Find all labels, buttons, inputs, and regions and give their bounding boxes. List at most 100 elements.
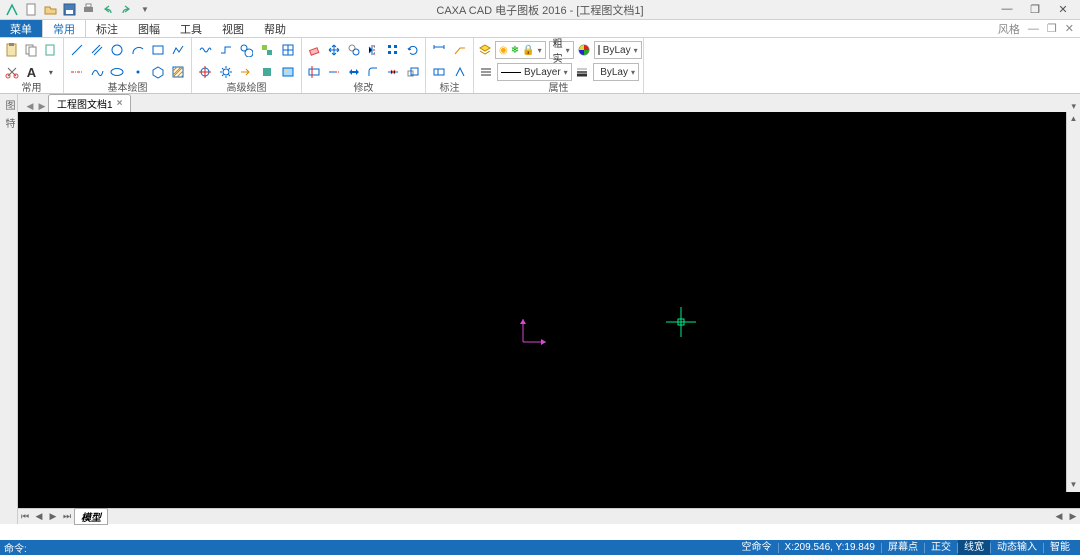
hatch-icon[interactable] (170, 63, 187, 81)
style-label[interactable]: 风格 (998, 21, 1020, 37)
move-icon[interactable] (326, 41, 343, 59)
offset-icon[interactable] (217, 41, 235, 59)
linetype-dropdown[interactable]: 粗实▾ (549, 41, 574, 59)
hole-icon[interactable] (196, 63, 214, 81)
sheet-first-icon[interactable]: ⏮ (18, 511, 32, 522)
local-enlarge-icon[interactable] (238, 41, 256, 59)
copy-icon[interactable] (23, 41, 39, 59)
image-icon[interactable] (279, 63, 297, 81)
sheet-prev-icon[interactable]: ◀ (32, 511, 46, 522)
app-icon (4, 2, 20, 18)
layer-state-dropdown[interactable]: ◉❄🔒 ▾ (495, 41, 546, 59)
save-icon[interactable] (61, 2, 77, 18)
rail-item-2[interactable]: 特 (1, 116, 16, 130)
rotate-icon[interactable] (404, 41, 421, 59)
status-smart[interactable]: 智能 (1044, 540, 1076, 555)
text-icon[interactable]: A (23, 63, 39, 81)
gear-icon[interactable] (217, 63, 235, 81)
layer-icon[interactable] (478, 41, 492, 59)
tab-common[interactable]: 常用 (42, 20, 86, 37)
doc-restore-button[interactable]: ❐ (1047, 22, 1057, 35)
linestyle-dropdown[interactable]: ByLay▾ (593, 63, 639, 81)
status-screenpoint[interactable]: 屏幕点 (882, 540, 924, 555)
close-button[interactable]: ✕ (1054, 3, 1072, 16)
color-dropdown[interactable]: ByLay▾ (594, 41, 642, 59)
model-tab[interactable]: 模型 (74, 508, 108, 525)
document-tab[interactable]: 工程图文档1 × (48, 94, 131, 112)
arrow-shape-icon[interactable] (238, 63, 256, 81)
tab-next-icon[interactable]: ▶ (36, 101, 48, 112)
table-icon[interactable] (279, 41, 297, 59)
doc-close-button[interactable]: ✕ (1065, 22, 1074, 35)
wave-icon[interactable] (196, 41, 214, 59)
tab-annotate[interactable]: 标注 (86, 20, 128, 37)
point-icon[interactable] (129, 63, 146, 81)
tabs-overflow-icon[interactable]: ▾ (1071, 101, 1080, 112)
color-wheel-icon[interactable] (577, 41, 591, 59)
break-icon[interactable] (385, 63, 402, 81)
parallel-icon[interactable] (88, 41, 105, 59)
ellipse-icon[interactable] (109, 63, 126, 81)
status-ortho[interactable]: 正交 (925, 540, 957, 555)
arc-icon[interactable] (129, 41, 146, 59)
fillet-icon[interactable] (365, 63, 382, 81)
polygon-icon[interactable] (149, 63, 166, 81)
status-linewidth[interactable]: 线宽 (958, 540, 990, 555)
circle-icon[interactable] (109, 41, 126, 59)
scroll-right-icon[interactable]: ▶ (1066, 511, 1080, 522)
maximize-button[interactable]: ❐ (1026, 3, 1044, 16)
tab-help[interactable]: 帮助 (254, 20, 296, 37)
array-icon[interactable] (385, 41, 402, 59)
tab-view[interactable]: 视图 (212, 20, 254, 37)
copy-icon[interactable] (345, 41, 362, 59)
rail-item-1[interactable]: 图 (1, 98, 16, 112)
copy2-icon[interactable] (43, 41, 59, 59)
trim-icon[interactable] (306, 63, 323, 81)
spline-icon[interactable] (88, 63, 105, 81)
dim-linear-icon[interactable] (430, 41, 448, 59)
lineweight-dropdown[interactable]: ByLayer▾ (497, 63, 572, 81)
leader-icon[interactable] (451, 41, 469, 59)
sheet-last-icon[interactable]: ⏭ (60, 511, 74, 522)
scale-icon[interactable] (404, 63, 421, 81)
lineweight-icon[interactable] (575, 63, 591, 81)
line-icon[interactable] (68, 41, 85, 59)
close-icon[interactable]: × (117, 98, 123, 109)
horizontal-scrollbar[interactable] (108, 510, 1052, 524)
centerline-icon[interactable] (68, 63, 85, 81)
print-icon[interactable] (80, 2, 96, 18)
doc-minimize-button[interactable]: — (1028, 23, 1039, 35)
status-dyninput[interactable]: 动态输入 (991, 540, 1043, 555)
redo-icon[interactable] (118, 2, 134, 18)
scroll-down-icon[interactable]: ▼ (1067, 478, 1080, 492)
polyline-icon[interactable] (170, 41, 187, 59)
sheet-next-icon[interactable]: ▶ (46, 511, 60, 522)
scroll-up-icon[interactable]: ▲ (1067, 112, 1080, 126)
cut-icon[interactable] (4, 63, 20, 81)
insert-block-icon[interactable] (258, 63, 276, 81)
new-icon[interactable] (23, 2, 39, 18)
tab-tools[interactable]: 工具 (170, 20, 212, 37)
rect-icon[interactable] (149, 41, 166, 59)
minimize-button[interactable]: — (998, 3, 1016, 16)
crosshair-cursor (666, 307, 696, 337)
undo-icon[interactable] (99, 2, 115, 18)
mirror-icon[interactable] (365, 41, 382, 59)
extend-icon[interactable] (326, 63, 343, 81)
roughness-icon[interactable] (451, 63, 469, 81)
erase-icon[interactable] (306, 41, 323, 59)
file-menu[interactable]: 菜单 (0, 20, 42, 37)
tab-frame[interactable]: 图幅 (128, 20, 170, 37)
dropdown-icon[interactable]: ▾ (43, 63, 59, 81)
tolerance-icon[interactable] (430, 63, 448, 81)
paste-icon[interactable] (4, 41, 20, 59)
scroll-left-icon[interactable]: ◀ (1052, 511, 1066, 522)
layer-manager-icon[interactable] (478, 63, 494, 81)
open-icon[interactable] (42, 2, 58, 18)
stretch-icon[interactable] (345, 63, 362, 81)
drawing-canvas[interactable]: ▲ ▼ (18, 112, 1080, 508)
block-icon[interactable] (258, 41, 276, 59)
qat-dropdown-icon[interactable]: ▼ (137, 2, 153, 18)
tab-prev-icon[interactable]: ◀ (24, 101, 36, 112)
vertical-scrollbar[interactable]: ▲ ▼ (1066, 112, 1080, 492)
